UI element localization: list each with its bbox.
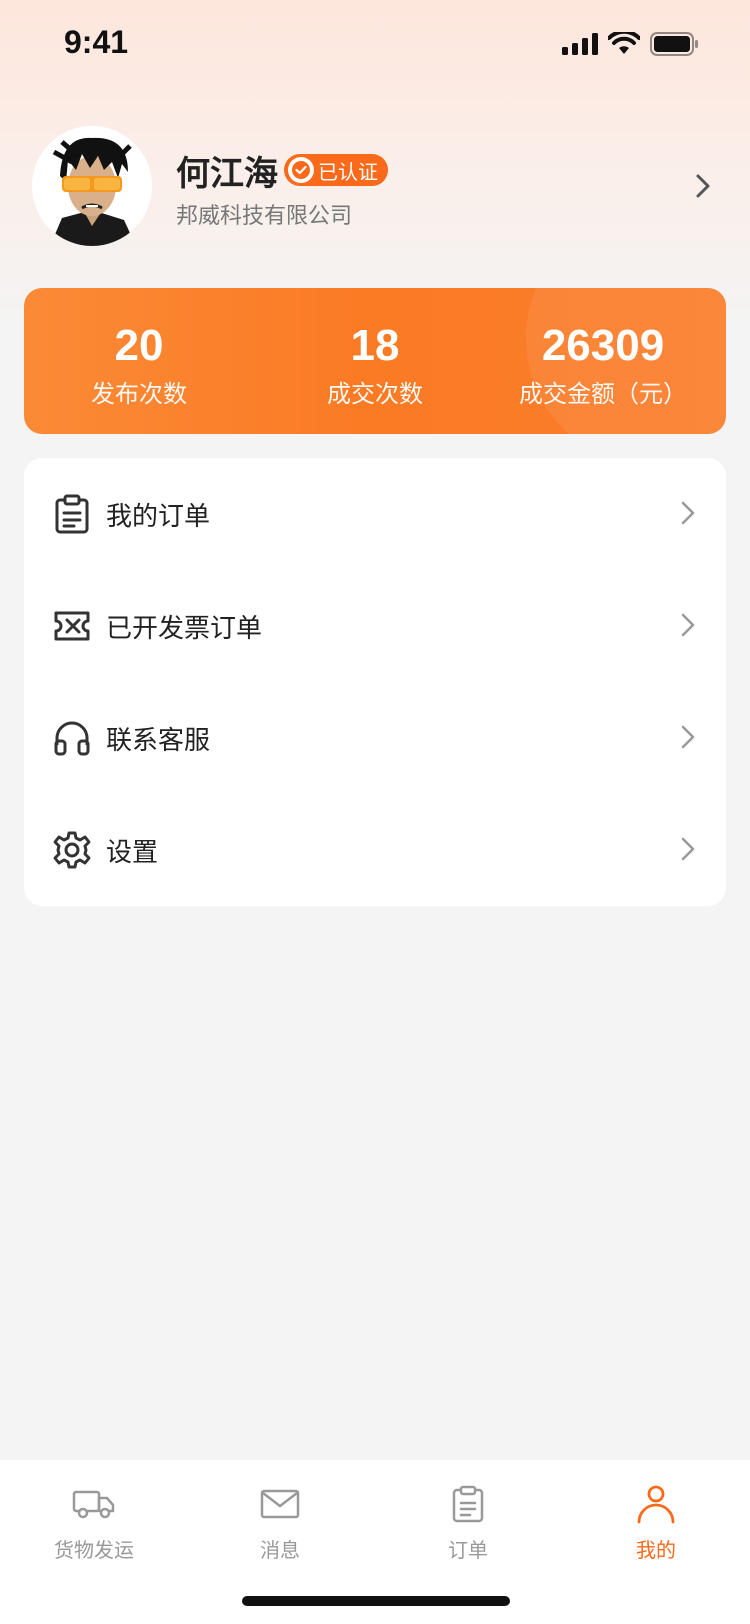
tab-orders[interactable]: 订单	[408, 1478, 528, 1563]
status-bar: 9:41	[0, 0, 750, 90]
clipboard-icon	[408, 1478, 528, 1530]
verified-badge: 已认证	[284, 154, 388, 186]
stat-publish-count[interactable]: 20 发布次数	[24, 318, 254, 414]
stat-value: 18	[350, 321, 400, 370]
tab-mine[interactable]: 我的	[596, 1478, 716, 1563]
headset-icon	[52, 718, 92, 758]
tab-label: 消息	[260, 1538, 300, 1562]
stats-card: 20 发布次数 18 成交次数 26309 成交金额（元）	[24, 288, 726, 434]
tab-label: 货物发运	[54, 1538, 134, 1562]
menu-item-settings[interactable]: 设置	[24, 794, 726, 906]
tab-shipping[interactable]: 货物发运	[34, 1478, 154, 1563]
menu-item-label: 设置	[106, 837, 159, 868]
chevron-right-icon	[681, 501, 695, 525]
wifi-icon	[608, 32, 640, 54]
menu-item-label: 已开发票订单	[106, 613, 263, 644]
chevron-right-icon	[681, 613, 695, 637]
verified-label: 已认证	[318, 159, 378, 184]
stat-label: 发布次数	[91, 380, 187, 408]
chevron-right-icon	[681, 837, 695, 861]
ticket-icon	[52, 606, 92, 646]
avatar[interactable]	[32, 126, 152, 246]
truck-icon	[34, 1478, 154, 1530]
tab-label: 我的	[636, 1538, 676, 1562]
signal-icon	[562, 33, 598, 55]
stat-label: 成交金额（元）	[519, 380, 687, 408]
shield-check-icon	[288, 157, 314, 183]
stat-value: 26309	[541, 321, 665, 370]
stat-value: 20	[114, 321, 164, 370]
menu-list: 我的订单 已开发票订单 联系客服 设置	[24, 458, 726, 906]
status-icons	[562, 32, 700, 56]
stat-deal-amount[interactable]: 26309 成交金额（元）	[488, 318, 718, 414]
avatar-image	[32, 126, 152, 246]
tab-label: 订单	[448, 1538, 488, 1562]
user-icon	[596, 1478, 716, 1530]
mail-icon	[220, 1478, 340, 1530]
chevron-right-icon	[681, 725, 695, 749]
gear-icon	[52, 830, 92, 870]
menu-item-label: 联系客服	[106, 725, 211, 756]
home-indicator	[242, 1596, 510, 1606]
battery-icon	[650, 32, 698, 56]
tab-messages[interactable]: 消息	[220, 1478, 340, 1563]
user-name: 何江海	[176, 154, 278, 194]
stat-label: 成交次数	[327, 380, 423, 408]
stat-deal-count[interactable]: 18 成交次数	[260, 318, 490, 414]
menu-item-invoiced-orders[interactable]: 已开发票订单	[24, 570, 726, 682]
chevron-right-icon[interactable]	[694, 172, 712, 200]
company-name: 邦威科技有限公司	[176, 204, 353, 229]
menu-item-customer-service[interactable]: 联系客服	[24, 682, 726, 794]
menu-item-label: 我的订单	[106, 501, 211, 532]
profile-header[interactable]: 何江海 已认证 邦威科技有限公司	[32, 126, 722, 246]
menu-item-my-orders[interactable]: 我的订单	[24, 458, 726, 570]
status-time: 9:41	[64, 24, 129, 60]
clipboard-icon	[52, 494, 92, 534]
